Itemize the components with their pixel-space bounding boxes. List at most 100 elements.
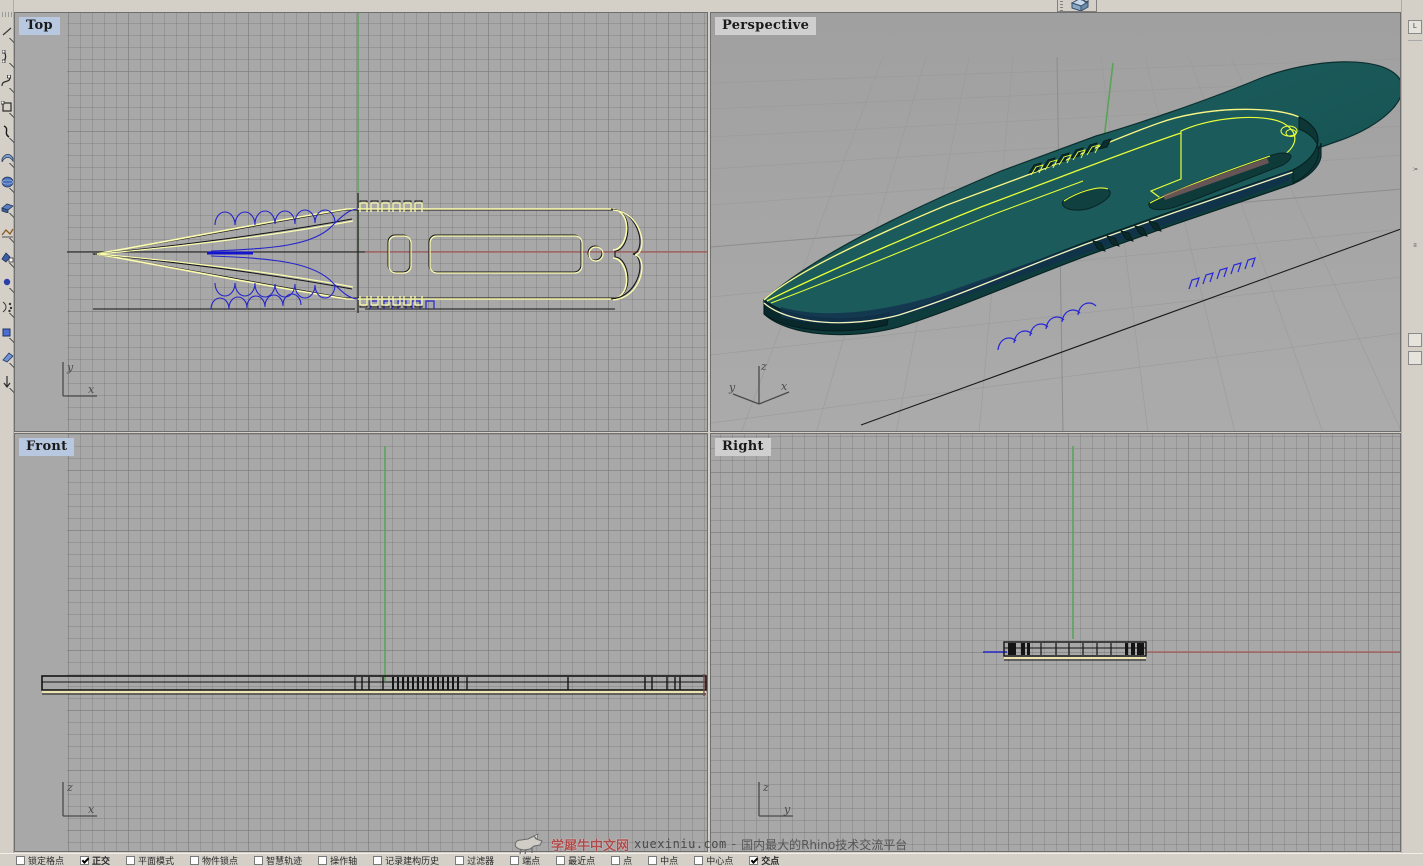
viewport-perspective[interactable]: Perspective z x y: [710, 12, 1401, 432]
dimension-icon[interactable]: [0, 319, 14, 344]
transform-icon[interactable]: [0, 244, 14, 269]
axis-gizmo-right: z y: [753, 778, 799, 827]
status-label: 智慧轨迹: [266, 855, 303, 866]
status-label: 过滤器: [467, 855, 495, 866]
svg-text:x: x: [88, 383, 95, 396]
watermark-url: xuexiniu.com: [634, 837, 727, 851]
status-item-9[interactable]: 最近点: [556, 854, 595, 866]
status-label: 点: [623, 855, 633, 866]
viewport-label-perspective[interactable]: Perspective: [715, 17, 817, 35]
checkbox-icon[interactable]: [80, 855, 90, 865]
status-item-3[interactable]: 物件锁点: [190, 854, 238, 866]
svg-text:z: z: [760, 360, 767, 373]
rhino-window: L := ≡ Top y x Perspective z x y Front z…: [0, 0, 1423, 866]
checkbox-icon[interactable]: [455, 855, 465, 865]
status-item-10[interactable]: 点: [611, 854, 632, 866]
checkbox-icon[interactable]: [556, 855, 566, 865]
freeform-curve-icon[interactable]: [0, 119, 14, 144]
options-button[interactable]: [1408, 351, 1422, 365]
right-panel[interactable]: L := ≡: [1401, 0, 1423, 866]
left-toolbar[interactable]: [0, 0, 14, 866]
left-toolbar-grip[interactable]: [1, 12, 12, 17]
arc-icon[interactable]: [0, 44, 14, 69]
status-label: 中点: [660, 855, 679, 866]
svg-text:z: z: [66, 781, 73, 794]
status-label: 记录建构历史: [385, 855, 440, 866]
svg-text:x: x: [88, 803, 95, 816]
sphere-icon[interactable]: [0, 169, 14, 194]
watermark-separator: -: [731, 837, 737, 851]
box-tool-button[interactable]: [1057, 0, 1097, 12]
checkbox-icon[interactable]: [611, 855, 621, 865]
svg-text:z: z: [762, 781, 769, 794]
status-item-0[interactable]: 锁定格点: [16, 854, 64, 866]
status-label: 中心点: [706, 855, 734, 866]
checkbox-icon[interactable]: [510, 855, 520, 865]
light-icon[interactable]: [0, 369, 14, 394]
axis-gizmo-perspective: z x y: [725, 358, 795, 413]
box-icon: [1069, 0, 1091, 11]
mesh-icon[interactable]: [0, 219, 14, 244]
status-label: 锁定格点: [28, 855, 65, 866]
status-item-8[interactable]: 端点: [510, 854, 540, 866]
right-view-geometry: [983, 446, 1400, 661]
checkbox-icon[interactable]: [373, 855, 383, 865]
checkbox-icon[interactable]: [16, 855, 25, 865]
viewport-top[interactable]: Top y x: [14, 12, 708, 432]
status-item-6[interactable]: 记录建构历史: [373, 854, 439, 866]
axis-gizmo-front: z x: [57, 778, 103, 827]
status-item-11[interactable]: 中点: [648, 854, 678, 866]
status-item-4[interactable]: 智慧轨迹: [254, 854, 302, 866]
point-icon[interactable]: [0, 269, 14, 294]
checkbox-icon[interactable]: [190, 855, 200, 865]
status-item-2[interactable]: 平面模式: [126, 854, 174, 866]
status-label: 操作轴: [330, 855, 358, 866]
watermark-site-name: 学犀牛中文网: [551, 838, 630, 854]
checkbox-icon[interactable]: [648, 855, 658, 865]
checkbox-icon[interactable]: [254, 855, 264, 865]
perspective-geometry: [711, 13, 1400, 431]
status-label: 平面模式: [138, 855, 175, 866]
status-item-5[interactable]: 操作轴: [318, 854, 357, 866]
watermark-tagline: 国内最大的Rhino技术交流平台: [741, 837, 908, 852]
panel-divider: [1408, 40, 1422, 41]
rhino-logo-icon: [512, 833, 546, 855]
line-icon[interactable]: [0, 19, 14, 44]
status-label: 交点: [761, 855, 780, 866]
solid-extrude-icon[interactable]: [0, 194, 14, 219]
surface-icon[interactable]: [0, 144, 14, 169]
help-button[interactable]: [1408, 333, 1422, 347]
checkbox-icon[interactable]: [318, 855, 328, 865]
checkbox-icon[interactable]: [126, 855, 136, 865]
render-icon[interactable]: [0, 344, 14, 369]
toolbar-grip[interactable]: [1060, 1, 1063, 11]
top-toolbar: [0, 0, 1423, 12]
axis-gizmo-top: y x: [57, 358, 103, 407]
watermark: 学犀牛中文网 xuexiniu.com - 国内最大的Rhino技术交流平台: [512, 833, 907, 855]
status-label: 端点: [522, 855, 541, 866]
viewport-area: Top y x Perspective z x y Front z x Righ…: [14, 12, 1401, 852]
viewport-right[interactable]: Right z y: [710, 433, 1401, 852]
layer-icon[interactable]: L: [1408, 20, 1422, 34]
status-label: 最近点: [568, 855, 596, 866]
status-item-13[interactable]: 交点: [749, 854, 779, 866]
svg-text:y: y: [66, 361, 74, 374]
svg-text:y: y: [783, 803, 791, 816]
svg-text:y: y: [728, 381, 736, 394]
checkbox-icon[interactable]: [694, 855, 704, 865]
status-item-12[interactable]: 中心点: [694, 854, 733, 866]
top-view-geometry: [67, 13, 707, 313]
status-item-1[interactable]: 正交: [80, 854, 110, 866]
viewport-front[interactable]: Front z x: [14, 433, 708, 852]
viewport-label-right[interactable]: Right: [715, 438, 771, 456]
analyze-icon[interactable]: [0, 294, 14, 319]
curve-icon[interactable]: [0, 69, 14, 94]
status-item-7[interactable]: 过滤器: [455, 854, 494, 866]
front-view-geometry: [41, 446, 707, 696]
viewport-label-top[interactable]: Top: [19, 17, 60, 35]
svg-text:x: x: [781, 380, 788, 393]
checkbox-icon[interactable]: [749, 855, 759, 865]
status-label: 正交: [92, 855, 111, 866]
viewport-label-front[interactable]: Front: [19, 438, 75, 456]
rectangle-icon[interactable]: [0, 94, 14, 119]
